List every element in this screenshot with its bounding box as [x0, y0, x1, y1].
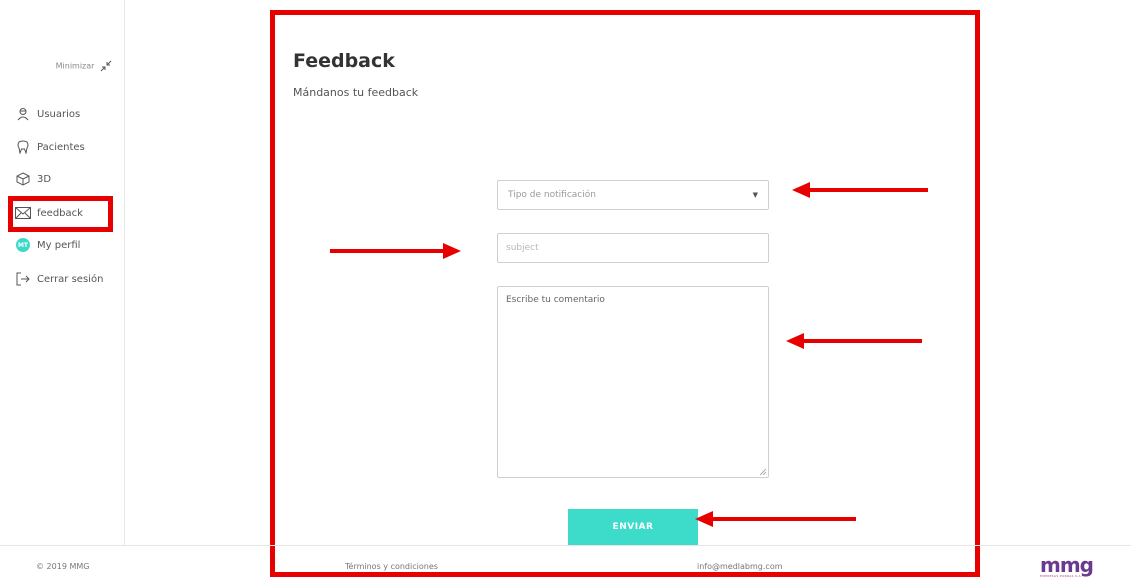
- caret-down-icon: ▼: [752, 191, 758, 199]
- footer-email-link[interactable]: info@medlabmg.com: [697, 562, 783, 571]
- sidebar-item-label: 3D: [37, 173, 52, 185]
- footer-copyright: © 2019 MMG: [36, 562, 90, 571]
- sidebar-item-my-perfil[interactable]: MT My perfil: [15, 235, 80, 255]
- page-title: Feedback: [293, 50, 395, 72]
- page-subtitle: Mándanos tu feedback: [293, 86, 419, 99]
- notification-type-select[interactable]: Tipo de notificación ▼: [497, 180, 769, 210]
- comment-textarea[interactable]: [497, 286, 769, 478]
- minimize-label: Minimizar: [55, 61, 95, 71]
- arrow-left-icon: [792, 182, 928, 198]
- notification-type-placeholder: Tipo de notificación: [508, 190, 596, 200]
- sidebar-item-label: Usuarios: [37, 108, 81, 120]
- cube-icon: [15, 171, 31, 187]
- sidebar-item-label: Pacientes: [37, 141, 85, 153]
- brand-logo: mmg EMPRESAS PORRAS S.A.: [1040, 553, 1094, 578]
- resize-grip-icon[interactable]: [759, 468, 767, 476]
- footer-terms-link[interactable]: Términos y condiciones: [345, 562, 438, 571]
- sidebar-item-label: Cerrar sesión: [37, 273, 104, 285]
- arrow-left-icon: [695, 511, 856, 527]
- arrow-left-icon: [786, 333, 922, 349]
- footer-divider: [0, 545, 1131, 546]
- send-button[interactable]: ENVIAR: [568, 509, 698, 545]
- tooth-icon: [15, 139, 31, 155]
- minimize-icon: [100, 60, 112, 72]
- feedback-highlight-box: [8, 196, 113, 232]
- sidebar-item-3d[interactable]: 3D: [15, 169, 51, 189]
- logo-text: mmg: [1040, 553, 1094, 577]
- sidebar-item-usuarios[interactable]: Usuarios: [15, 104, 80, 124]
- avatar-icon: MT: [15, 237, 31, 253]
- avatar: MT: [16, 238, 30, 252]
- logout-icon: [15, 271, 31, 287]
- sidebar: Minimizar Usuarios Pacientes 3D feedback…: [0, 0, 125, 545]
- user-icon: [15, 106, 31, 122]
- sidebar-item-label: My perfil: [37, 239, 81, 251]
- sidebar-item-pacientes[interactable]: Pacientes: [15, 137, 85, 157]
- minimize-toggle[interactable]: Minimizar: [0, 60, 112, 72]
- sidebar-item-cerrar-sesion[interactable]: Cerrar sesión: [15, 269, 103, 289]
- subject-input[interactable]: [497, 233, 769, 263]
- arrow-right-icon: [330, 243, 461, 259]
